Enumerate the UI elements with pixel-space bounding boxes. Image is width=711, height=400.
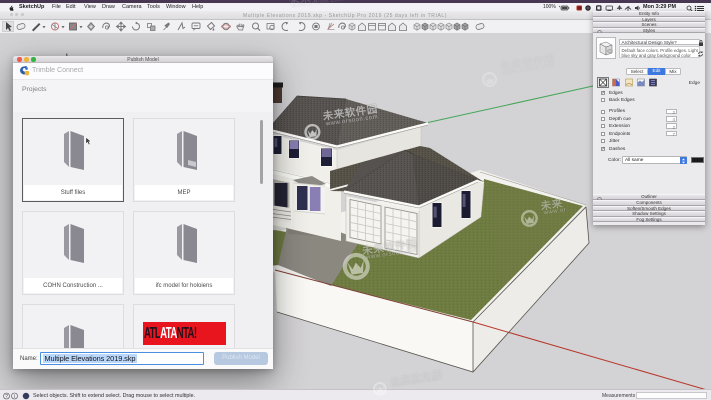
- svg-text:i: i: [14, 393, 15, 399]
- svg-text:?: ?: [5, 393, 8, 399]
